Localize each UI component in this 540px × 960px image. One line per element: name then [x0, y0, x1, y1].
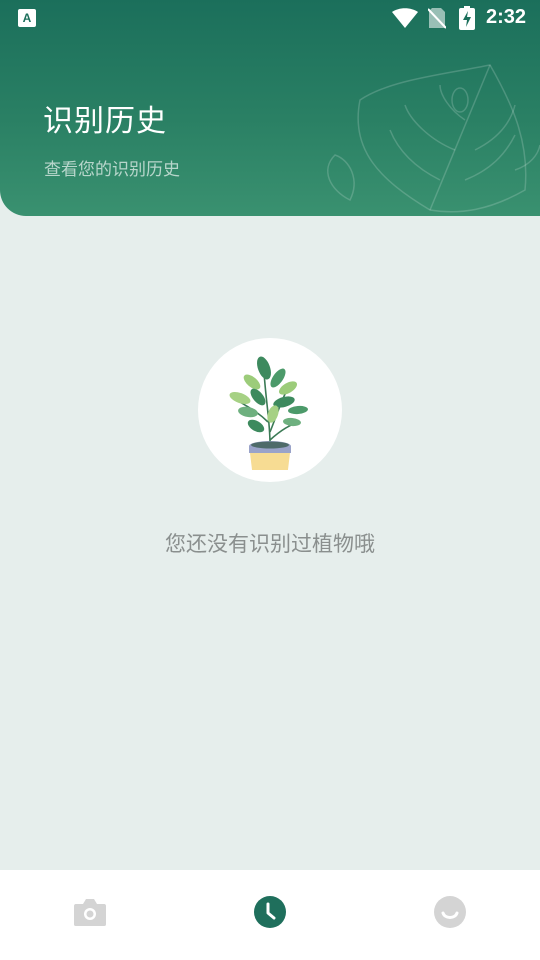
history-screen: A 2:32 识别历史 查看您的识别历史 您还没有识别过植物哦: [0, 0, 540, 960]
page-subtitle: 查看您的识别历史: [44, 160, 180, 180]
potted-plant-icon: [229, 356, 308, 470]
battery-charging-icon: [459, 6, 475, 30]
status-bar: A 2:32: [0, 0, 540, 36]
page-title: 识别历史: [43, 104, 167, 139]
wifi-icon: [392, 8, 418, 28]
leaf-decoration-icon: [327, 64, 540, 213]
nav-me-button[interactable]: [430, 892, 470, 932]
status-time: 2:32: [486, 6, 527, 28]
smile-icon: [434, 896, 466, 928]
empty-message: 您还没有识别过植物哦: [165, 532, 375, 556]
no-sim-icon: [428, 8, 446, 29]
empty-illustration: [198, 338, 342, 482]
svg-text:A: A: [23, 11, 32, 25]
bottom-nav: [0, 870, 540, 960]
nav-history-button[interactable]: [250, 892, 290, 932]
clock-icon: [254, 896, 286, 928]
notification-a-icon: A: [18, 9, 36, 27]
header: A 2:32 识别历史 查看您的识别历史: [0, 0, 540, 216]
camera-icon: [74, 899, 106, 926]
nav-camera-button[interactable]: [70, 892, 110, 932]
